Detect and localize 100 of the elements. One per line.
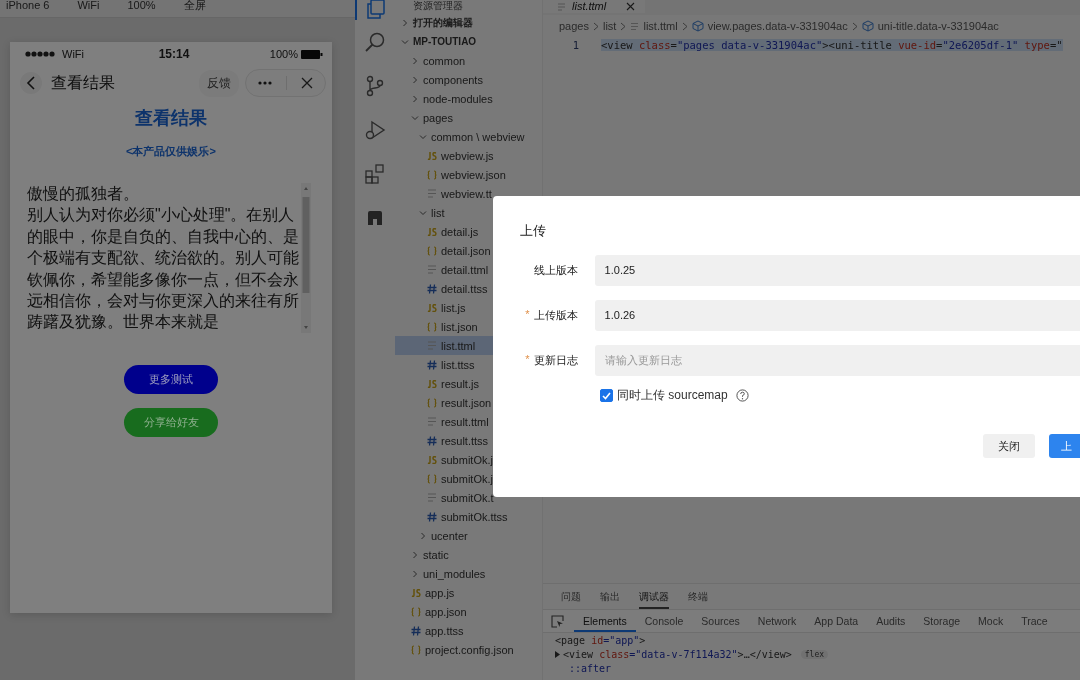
element-node[interactable]: <view class="data-v-7f114a32">…</view> xyxy=(563,648,792,660)
checkbox[interactable] xyxy=(600,389,613,402)
file-name: result.json xyxy=(441,396,492,409)
explorer-title: 资源管理器 xyxy=(412,0,464,13)
file-item[interactable]: detail.ttss xyxy=(395,279,542,298)
devtools-tab[interactable]: Mock xyxy=(969,610,1013,632)
folder-item[interactable]: components xyxy=(395,70,542,89)
element-node[interactable]: ::after xyxy=(569,662,612,674)
extensions-icon[interactable] xyxy=(364,163,386,185)
file-item[interactable]: app.json xyxy=(395,602,542,621)
file-item[interactable]: result.ttml xyxy=(395,412,542,431)
action-button[interactable]: 更多测试 xyxy=(124,365,218,394)
device-option[interactable]: 全屏 xyxy=(183,0,206,17)
chevron-right-icon xyxy=(851,21,858,31)
upload-button[interactable]: 上 xyxy=(1049,434,1080,458)
file-name: submitOk.t xyxy=(441,491,494,504)
folder-item[interactable]: node-modules xyxy=(395,89,542,108)
file-item[interactable]: webview.tt xyxy=(395,184,542,203)
folder-item[interactable]: static xyxy=(395,545,542,564)
panel-tab[interactable]: 调试器 xyxy=(639,584,669,609)
file-item[interactable]: webview.js xyxy=(395,146,542,165)
file-item[interactable]: result.js xyxy=(395,374,542,393)
close-icon[interactable] xyxy=(301,77,313,89)
file-name: result.ttml xyxy=(441,415,489,428)
folder-item[interactable]: common \ webview xyxy=(395,127,542,146)
file-item[interactable]: result.json xyxy=(395,393,542,412)
inspect-icon[interactable] xyxy=(551,614,564,628)
devtools-tab[interactable]: Audits xyxy=(867,610,915,632)
explorer-section[interactable]: MP-TOUTIAO xyxy=(395,32,542,51)
hash-icon xyxy=(427,511,437,522)
file-item[interactable]: webview.json xyxy=(395,165,542,184)
file-name: list.js xyxy=(441,301,466,314)
file-item[interactable]: submitOk.j xyxy=(395,469,542,488)
folder-name: common xyxy=(423,54,466,67)
file-item[interactable]: app.ttss xyxy=(395,621,542,640)
folder-name: list xyxy=(431,206,445,219)
device-option[interactable]: iPhone 6 xyxy=(6,0,50,17)
devtools-tab[interactable]: Trace xyxy=(1012,610,1057,632)
file-item[interactable]: detail.json xyxy=(395,241,542,260)
folder-item[interactable]: ucenter xyxy=(395,526,542,545)
back-icon xyxy=(26,76,36,90)
lines-icon xyxy=(427,341,437,350)
file-name: detail.js xyxy=(441,225,479,238)
devtools-tab[interactable]: Sources xyxy=(692,610,749,632)
device-option[interactable]: 100% xyxy=(127,0,156,17)
folder-item[interactable]: pages xyxy=(395,108,542,127)
run-debug-icon[interactable] xyxy=(364,119,386,141)
file-item[interactable]: result.ttss xyxy=(395,431,542,450)
panel-tab[interactable]: 问题 xyxy=(561,584,581,609)
file-name: webview.json xyxy=(441,168,506,181)
breadcrumb-item[interactable]: pages xyxy=(559,20,589,32)
more-icon[interactable] xyxy=(258,81,272,85)
hash-icon xyxy=(427,435,437,446)
lines-icon xyxy=(427,493,437,502)
layout-badge: flex xyxy=(800,649,829,659)
file-item[interactable]: submitOk.t xyxy=(395,488,542,507)
breadcrumb-item[interactable]: view.pages.data-v-331904ac xyxy=(707,20,848,32)
input-field[interactable]: 1.0.26 xyxy=(594,299,1080,331)
file-item[interactable]: submitOk.j xyxy=(395,450,542,469)
folder-item[interactable]: uni_modules xyxy=(395,564,542,583)
element-node[interactable]: <page id="app"> xyxy=(555,634,646,646)
input-field[interactable]: 1.0.25 xyxy=(594,254,1080,286)
folder-item[interactable]: common xyxy=(395,51,542,70)
field-label: 线上版本 xyxy=(533,262,578,278)
explorer-section[interactable]: 打开的编辑器 xyxy=(395,13,542,32)
file-item[interactable]: app.js xyxy=(395,583,542,602)
device-option[interactable]: WiFi xyxy=(77,0,100,17)
devtools-tab[interactable]: Console xyxy=(635,610,693,632)
file-name: webview.js xyxy=(441,149,494,162)
plugin-icon[interactable] xyxy=(366,209,384,227)
action-button[interactable]: 分享给好友 xyxy=(124,408,218,437)
file-item[interactable]: submitOk.ttss xyxy=(395,507,542,526)
scrollbar[interactable] xyxy=(301,183,311,333)
close-button[interactable]: 关闭 xyxy=(983,434,1035,458)
result-text: 别人认为对你必须"小心处理"。在别人的眼中，你是自负的、自我中心的、是个极端有支配欲、统治欲的。别人可能钦佩你，希望能多像你一点，但不会永远相信你，会对与你更深入的来往有所踌躇及犹豫。世界本来就是 xyxy=(27,205,299,333)
folder-item[interactable]: list xyxy=(395,203,542,222)
close-icon[interactable] xyxy=(626,2,636,11)
breadcrumb-item[interactable]: uni-title.data-v-331904ac xyxy=(877,20,999,32)
help-icon[interactable] xyxy=(735,389,749,402)
devtools-tab[interactable]: Storage xyxy=(914,610,970,632)
file-name: list.json xyxy=(441,320,478,333)
folder-name: static xyxy=(423,548,449,561)
panel-tab[interactable]: 终端 xyxy=(688,584,708,609)
section-label: MP-TOUTIAO xyxy=(413,36,477,47)
chevron-right-icon xyxy=(593,21,599,31)
devtools-tab[interactable]: App Data xyxy=(805,610,868,632)
branch-icon[interactable] xyxy=(364,75,386,97)
file-item[interactable]: project.config.json xyxy=(395,640,542,659)
breadcrumb-item[interactable]: list xyxy=(603,20,617,32)
expand-triangle-icon[interactable] xyxy=(555,650,560,658)
devtools-tab[interactable]: Network xyxy=(748,610,806,632)
devtools-tab[interactable]: Elements xyxy=(574,610,636,632)
panel-tab[interactable]: 输出 xyxy=(600,584,620,609)
breadcrumb-item[interactable]: list.ttml xyxy=(643,20,678,32)
editor-tab[interactable]: list.ttml xyxy=(543,0,646,13)
search-icon[interactable] xyxy=(364,31,386,53)
files-icon[interactable] xyxy=(365,0,387,20)
feedback-button[interactable]: 反馈 xyxy=(199,69,239,97)
back-button[interactable] xyxy=(20,72,42,94)
input-field[interactable]: 请输入更新日志 xyxy=(594,344,1080,376)
